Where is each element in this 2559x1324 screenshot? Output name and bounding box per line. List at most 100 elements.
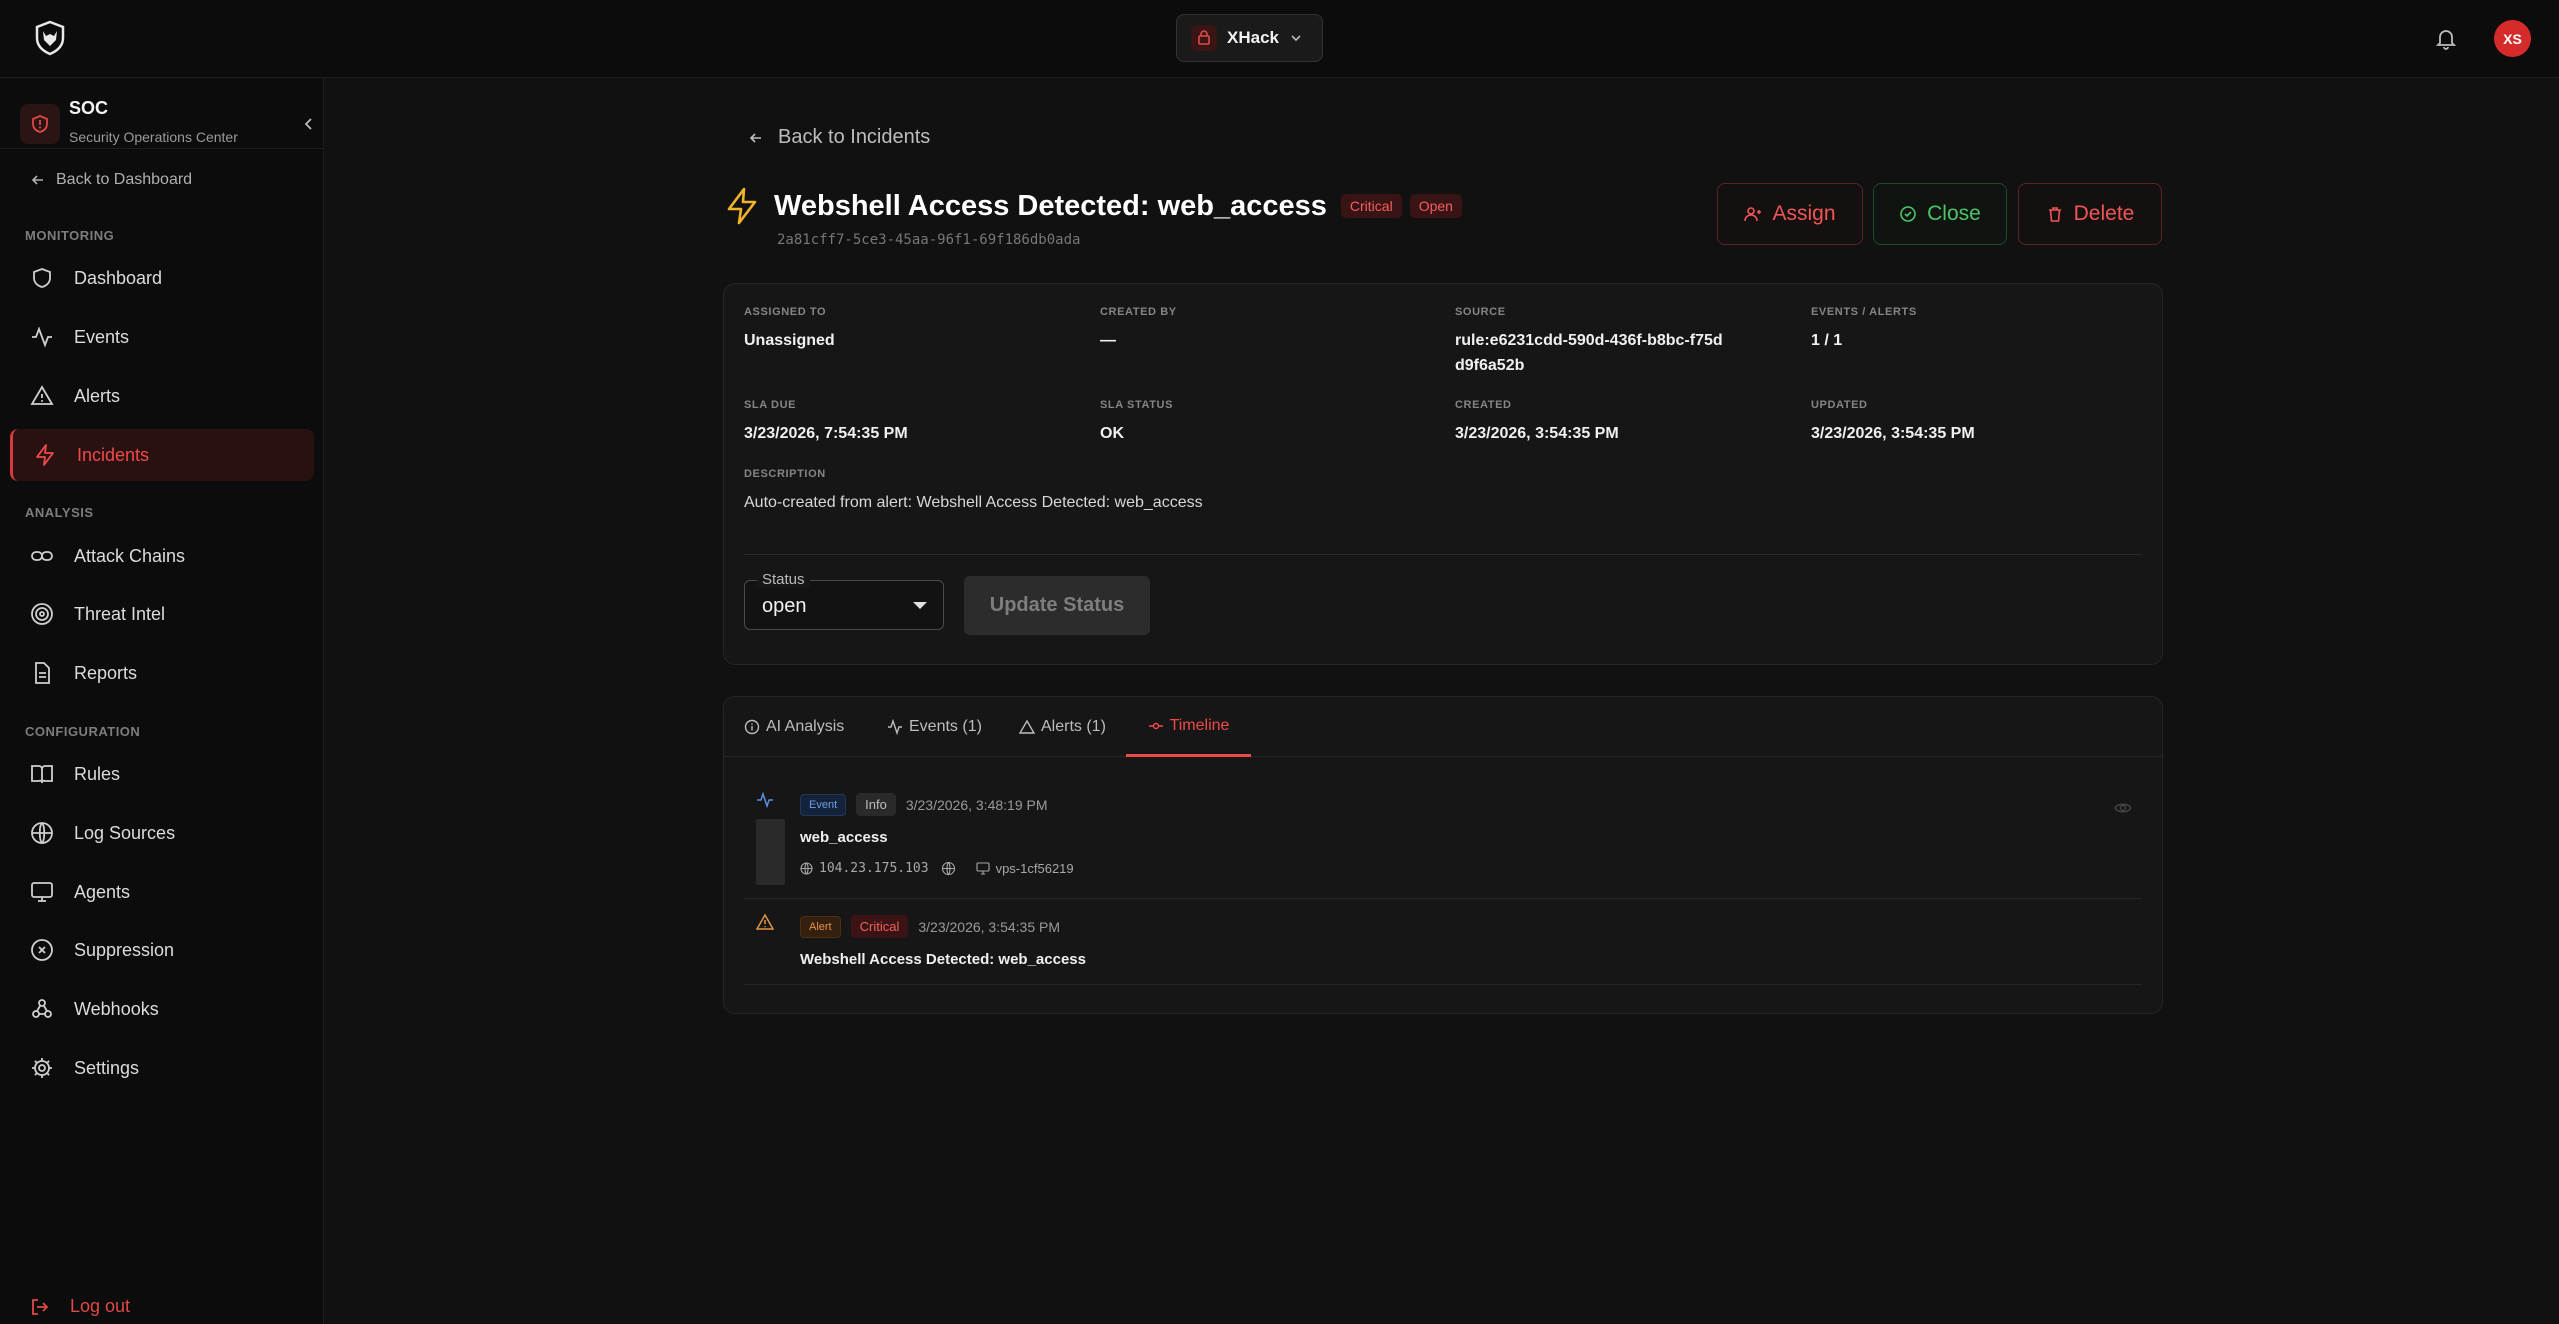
warning-icon	[756, 913, 774, 931]
delete-button[interactable]: Delete	[2018, 183, 2162, 245]
sidebar-item-label: Reports	[74, 662, 138, 683]
sidebar-item-log-sources[interactable]: Log Sources	[10, 807, 314, 859]
assign-button[interactable]: Assign	[1717, 183, 1863, 245]
incident-header: Webshell Access Detected: web_access Cri…	[724, 186, 1470, 226]
tab-label: Events (1)	[909, 718, 982, 735]
file-text-icon	[30, 661, 54, 685]
sidebar-item-label: Suppression	[74, 939, 175, 960]
timeline-title: Webshell Access Detected: web_access	[800, 951, 1086, 968]
back-to-incidents-label: Back to Incidents	[778, 126, 931, 148]
source-ip: 104.23.175.103	[819, 861, 929, 876]
field-created-by: CREATED BY —	[1100, 306, 1177, 353]
timeline-item[interactable]: Alert Critical 3/23/2026, 3:54:35 PM Web…	[744, 899, 2142, 985]
user-avatar[interactable]: XS	[2494, 20, 2531, 57]
tab-ai-analysis[interactable]: AI Analysis	[744, 697, 844, 757]
sidebar-item-label: Rules	[74, 763, 121, 784]
tab-label: Timeline	[1169, 716, 1230, 734]
book-open-icon	[30, 762, 54, 786]
field-value: 3/23/2026, 7:54:35 PM	[744, 425, 908, 442]
timestamp: 3/23/2026, 3:54:35 PM	[918, 918, 1061, 935]
info-icon	[744, 719, 760, 735]
severity-badge: Info	[856, 793, 896, 816]
incident-details-card: ASSIGNED TO Unassigned CREATED BY — SOUR…	[723, 283, 2163, 665]
section-configuration: CONFIGURATION	[25, 724, 141, 739]
bolt-icon	[33, 443, 57, 467]
link-icon	[30, 544, 54, 568]
globe-icon	[800, 862, 813, 875]
tab-events[interactable]: Events (1)	[887, 697, 982, 757]
alert-type-badge: Alert	[800, 915, 841, 938]
assign-label: Assign	[1772, 202, 1836, 225]
field-label: DESCRIPTION	[744, 468, 826, 480]
delete-label: Delete	[2073, 202, 2135, 225]
sidebar-item-events[interactable]: Events	[10, 311, 314, 363]
sidebar-item-rules[interactable]: Rules	[10, 748, 314, 800]
sidebar: SOC Security Operations Center Back to D…	[0, 78, 324, 1324]
sidebar-header: SOC Security Operations Center	[20, 88, 312, 148]
sidebar-item-agents[interactable]: Agents	[10, 866, 314, 918]
bell-icon[interactable]	[2432, 24, 2460, 52]
back-to-dashboard-link[interactable]: Back to Dashboard	[30, 171, 192, 189]
sidebar-item-threat-intel[interactable]: Threat Intel	[10, 588, 314, 640]
wolf-logo-icon[interactable]	[32, 20, 68, 56]
timeline-details: 104.23.175.103 vps-1cf56219	[800, 861, 1074, 876]
field-source: SOURCE rule:e6231cdd-590d-436f-b8bc-f75d…	[1455, 306, 1725, 378]
section-analysis: ANALYSIS	[25, 505, 94, 520]
sidebar-item-webhooks[interactable]: Webhooks	[10, 983, 314, 1035]
bolt-icon	[724, 186, 760, 226]
sidebar-item-alerts[interactable]: Alerts	[10, 370, 314, 422]
tab-alerts[interactable]: Alerts (1)	[1019, 697, 1106, 757]
status-select-label: Status	[757, 571, 810, 588]
field-value: Unassigned	[744, 332, 835, 349]
sidebar-item-label: Incidents	[77, 444, 150, 465]
update-status-button[interactable]: Update Status	[964, 576, 1150, 635]
caret-down-icon	[913, 602, 927, 609]
eye-icon[interactable]	[2114, 799, 2132, 817]
back-to-dashboard-label: Back to Dashboard	[56, 171, 193, 188]
timeline-connector	[756, 819, 785, 885]
logout-label: Log out	[70, 1296, 131, 1316]
field-value: 3/23/2026, 3:54:35 PM	[1811, 425, 1975, 442]
sidebar-item-reports[interactable]: Reports	[10, 647, 314, 699]
sidebar-item-label: Alerts	[74, 385, 121, 406]
timestamp: 3/23/2026, 3:48:19 PM	[905, 796, 1048, 813]
sidebar-item-label: Settings	[74, 1057, 140, 1078]
field-sla-status: SLA STATUS OK	[1100, 399, 1173, 446]
sidebar-item-suppression[interactable]: Suppression	[10, 924, 314, 976]
logout-button[interactable]: Log out	[30, 1296, 130, 1317]
field-label: SOURCE	[1455, 306, 1506, 318]
arrow-left-icon	[30, 172, 46, 188]
logout-icon	[30, 1297, 50, 1317]
activity-icon	[756, 791, 774, 809]
field-value: rule:e6231cdd-590d-436f-b8bc-f75dd9f6a52…	[1455, 332, 1723, 374]
sidebar-item-settings[interactable]: Settings	[10, 1042, 314, 1094]
field-label: UPDATED	[1811, 399, 1868, 411]
org-switcher[interactable]: XHack	[1176, 14, 1323, 62]
sidebar-item-attack-chains[interactable]: Attack Chains	[10, 530, 314, 582]
chevron-down-icon	[1289, 31, 1303, 45]
activity-icon	[30, 325, 54, 349]
tab-timeline[interactable]: Timeline	[1126, 697, 1251, 757]
warning-icon	[30, 384, 54, 408]
field-label: SLA DUE	[744, 399, 797, 411]
geo-globe-icon[interactable]	[941, 861, 956, 876]
top-bar: XHack XS	[0, 0, 2559, 78]
field-value: Auto-created from alert: Webshell Access…	[744, 494, 1203, 511]
sidebar-item-incidents[interactable]: Incidents	[10, 429, 314, 481]
sidebar-item-dashboard[interactable]: Dashboard	[10, 252, 314, 304]
warning-icon	[1019, 719, 1035, 735]
back-to-incidents-link[interactable]: Back to Incidents	[748, 126, 930, 149]
timeline-item[interactable]: Event Info 3/23/2026, 3:48:19 PM web_acc…	[744, 777, 2142, 899]
close-button[interactable]: Close	[1873, 183, 2007, 245]
field-label: CREATED	[1455, 399, 1512, 411]
event-type-badge: Event	[800, 793, 847, 816]
page-title: Webshell Access Detected: web_access	[774, 189, 1327, 222]
status-select[interactable]: Status open	[744, 571, 944, 630]
severity-badge: Critical	[1340, 194, 1402, 218]
target-icon	[30, 602, 54, 626]
chevron-left-icon[interactable]	[298, 113, 320, 135]
field-value: —	[1100, 332, 1116, 349]
gear-icon	[30, 1056, 54, 1080]
field-updated: UPDATED 3/23/2026, 3:54:35 PM	[1811, 399, 1975, 446]
user-plus-icon	[1744, 205, 1762, 223]
